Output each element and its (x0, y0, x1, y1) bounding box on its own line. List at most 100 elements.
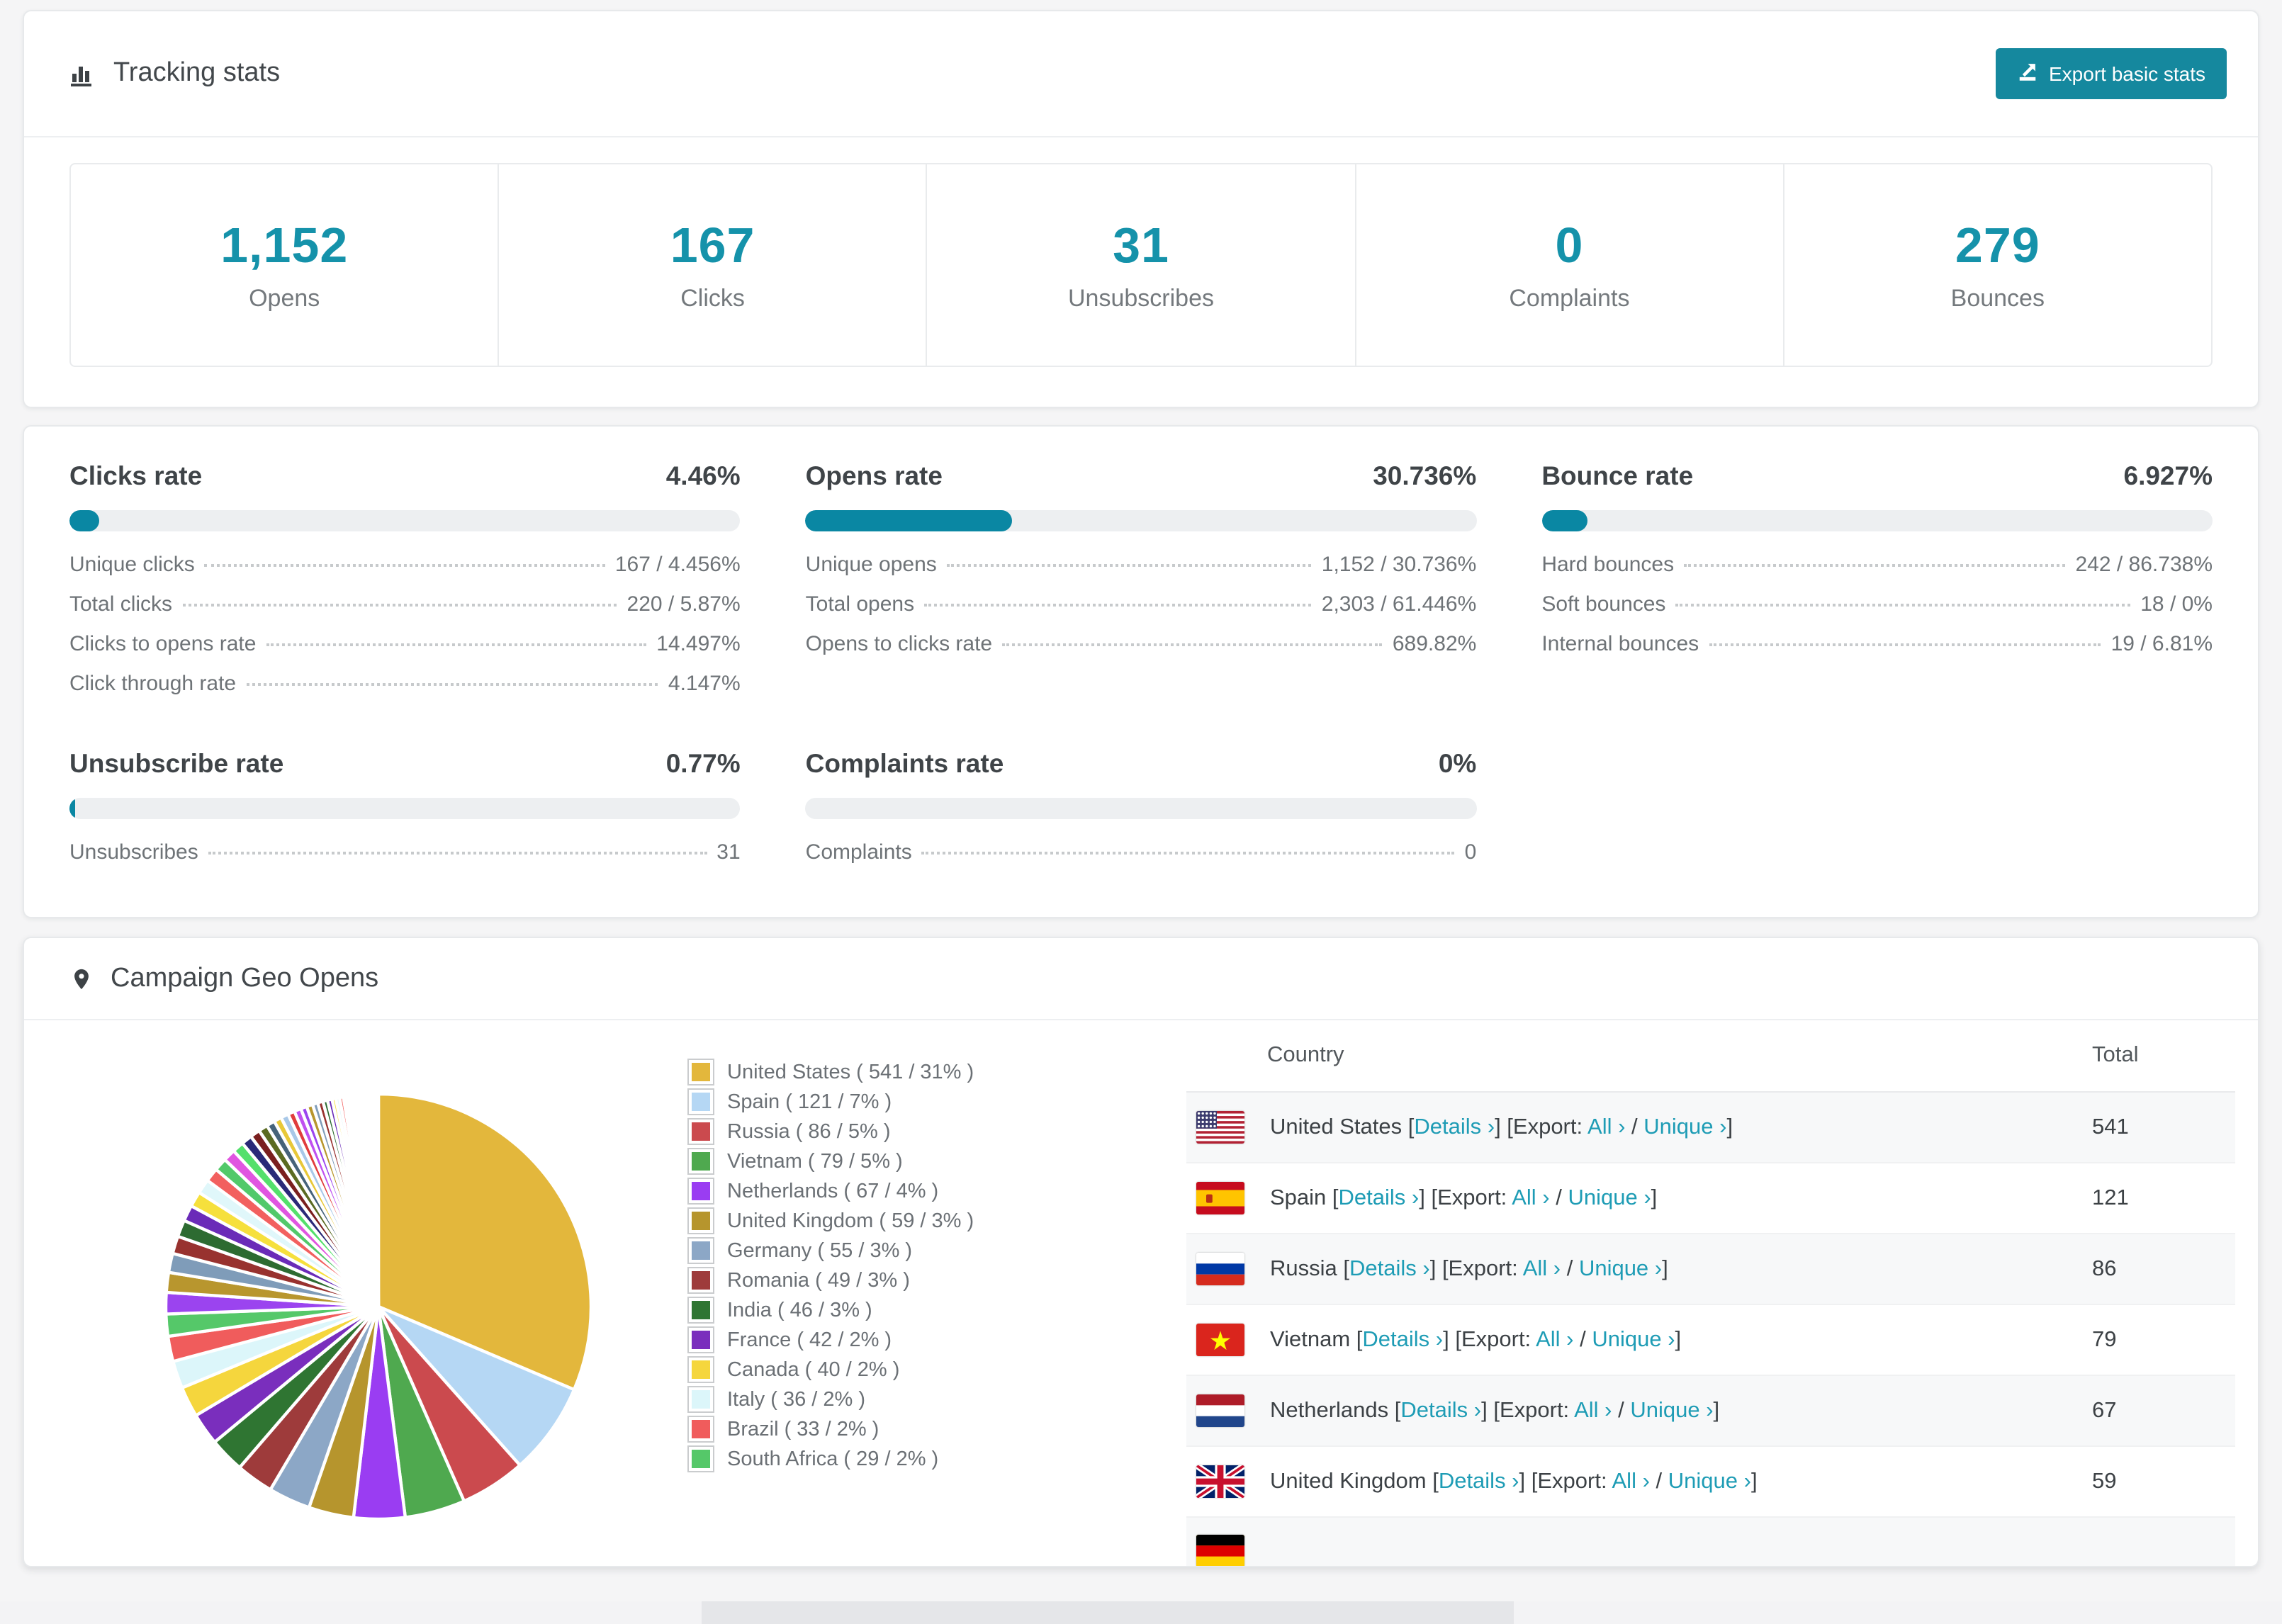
country-name: United Kingdom (1270, 1469, 1433, 1493)
legend-label: Italy ( 36 / 2% ) (727, 1388, 866, 1411)
export-basic-stats-button[interactable]: Export basic stats (1995, 48, 2227, 99)
legend-swatch (687, 1237, 714, 1264)
geo-opens-pie-chart (164, 1092, 593, 1521)
rate-value: 0.77% (665, 748, 741, 778)
legend-item-brazil[interactable]: Brazil ( 33 / 2% ) (687, 1414, 1186, 1444)
legend-swatch (687, 1386, 714, 1413)
details-link[interactable]: Details › (1439, 1469, 1519, 1493)
rate-block-bounce-rate: Bounce rate 6.927% Hard bounces 242 / 86.73… (1541, 461, 2213, 711)
bar-chart-icon (69, 60, 96, 87)
rate-block-unsubscribe-rate: Unsubscribe rate 0.77% Unsubscribes 31 (69, 748, 741, 880)
export-all-link[interactable]: All › (1536, 1327, 1573, 1351)
legend-label: Spain ( 121 / 7% ) (727, 1090, 892, 1113)
legend-item-canada[interactable]: Canada ( 40 / 2% ) (687, 1355, 1186, 1385)
legend-item-united-states[interactable]: United States ( 541 / 31% ) (687, 1057, 1186, 1087)
legend-label: France ( 42 / 2% ) (727, 1329, 892, 1351)
details-link[interactable]: Details › (1414, 1115, 1495, 1139)
legend-item-vietnam[interactable]: Vietnam ( 79 / 5% ) (687, 1146, 1186, 1176)
legend-swatch (687, 1118, 714, 1145)
country-links: [Details ›] [Export: All › / Unique ›] (1332, 1185, 1658, 1209)
rate-row-value: 242 / 86.738% (2075, 553, 2213, 577)
legend-label: Romania ( 49 / 3% ) (727, 1269, 910, 1292)
export-unique-link[interactable]: Unique › (1630, 1398, 1713, 1422)
export-all-link[interactable]: All › (1612, 1469, 1650, 1493)
rate-row-value: 0 (1464, 840, 1477, 864)
rate-row-label: Unique opens (805, 553, 937, 577)
country-name: United States (1270, 1115, 1408, 1139)
country-cell: Russia [Details ›] [Export: All › / Uniq… (1269, 1234, 2091, 1305)
rate-progress-bar (1541, 510, 2213, 531)
dotted-leader (946, 564, 1312, 567)
export-button-label: Export basic stats (2049, 62, 2205, 85)
legend-item-spain[interactable]: Spain ( 121 / 7% ) (687, 1087, 1186, 1117)
export-all-link[interactable]: All › (1587, 1115, 1625, 1139)
details-link[interactable]: Details › (1400, 1398, 1481, 1422)
legend-item-united-kingdom[interactable]: United Kingdom ( 59 / 3% ) (687, 1206, 1186, 1236)
country-links: [Details ›] [Export: All › / Unique ›] (1343, 1256, 1668, 1280)
tracking-stats-header: Tracking stats Export basic stats (24, 11, 2258, 137)
total-cell (2091, 1517, 2235, 1566)
legend-swatch (687, 1148, 714, 1175)
horizontal-scrollbar-thumb[interactable] (702, 1601, 1514, 1624)
summary-stat-bounces: 279 Bounces (1784, 164, 2211, 366)
legend-item-south-africa[interactable]: South Africa ( 29 / 2% ) (687, 1444, 1186, 1474)
rate-block-complaints-rate: Complaints rate 0% Complaints 0 (805, 748, 1477, 880)
summary-stat-opens: 1,152 Opens (71, 164, 500, 366)
legend-label: Canada ( 40 / 2% ) (727, 1358, 900, 1381)
flag-icon-gb (1196, 1465, 1267, 1498)
rate-row-value: 31 (716, 840, 741, 864)
export-all-link[interactable]: All › (1512, 1185, 1549, 1209)
legend-label: South Africa ( 29 / 2% ) (727, 1448, 939, 1470)
legend-item-netherlands[interactable]: Netherlands ( 67 / 4% ) (687, 1176, 1186, 1206)
export-all-link[interactable]: All › (1574, 1398, 1612, 1422)
rate-row-total-opens: Total opens 2,303 / 61.446% (806, 592, 1477, 632)
dotted-leader (1002, 643, 1383, 646)
rate-row-value: 19 / 6.81% (2110, 632, 2213, 656)
rate-row-unique-clicks: Unique clicks 167 / 4.456% (69, 553, 741, 592)
stat-value: 1,152 (220, 218, 349, 273)
rate-row-label: Unsubscribes (69, 840, 198, 864)
geo-table-row-vietnam: Vietnam [Details ›] [Export: All › / Uni… (1186, 1304, 2235, 1376)
legend-swatch (687, 1207, 714, 1234)
rate-title: Clicks rate (69, 461, 203, 490)
legend-item-germany[interactable]: Germany ( 55 / 3% ) (687, 1236, 1186, 1265)
column-header-country: Country (1186, 1020, 2091, 1093)
legend-item-romania[interactable]: Romania ( 49 / 3% ) (687, 1265, 1186, 1295)
rate-row-value: 2,303 / 61.446% (1321, 592, 1477, 616)
horizontal-scrollbar-track[interactable] (0, 1601, 2282, 1624)
geo-title-text: Campaign Geo Opens (111, 963, 379, 993)
country-cell: Vietnam [Details ›] [Export: All › / Uni… (1269, 1304, 2091, 1376)
stat-label: Opens (249, 284, 320, 311)
rate-row-total-clicks: Total clicks 220 / 5.87% (69, 592, 741, 632)
details-link[interactable]: Details › (1339, 1185, 1420, 1209)
dotted-leader (921, 852, 1455, 855)
legend-item-india[interactable]: India ( 46 / 3% ) (687, 1295, 1186, 1325)
rate-row-value: 167 / 4.456% (614, 553, 741, 577)
rate-progress-fill (69, 798, 75, 819)
geo-pie-column (69, 1020, 687, 1566)
map-pin-icon (69, 963, 94, 994)
export-unique-link[interactable]: Unique › (1592, 1327, 1675, 1351)
stat-label: Unsubscribes (1068, 284, 1214, 311)
details-link[interactable]: Details › (1349, 1256, 1430, 1280)
legend-item-italy[interactable]: Italy ( 36 / 2% ) (687, 1385, 1186, 1414)
geo-table-header-row: Country Total (1186, 1020, 2235, 1093)
dotted-leader (204, 564, 605, 567)
legend-item-france[interactable]: France ( 42 / 2% ) (687, 1325, 1186, 1355)
export-all-link[interactable]: All › (1523, 1256, 1561, 1280)
export-unique-link[interactable]: Unique › (1643, 1115, 1726, 1139)
country-cell: United Kingdom [Details ›] [Export: All … (1269, 1446, 2091, 1518)
geo-body: United States ( 541 / 31% ) Spain ( 121 /… (24, 1020, 2258, 1566)
export-unique-link[interactable]: Unique › (1579, 1256, 1662, 1280)
export-unique-link[interactable]: Unique › (1668, 1469, 1751, 1493)
dotted-leader (266, 643, 647, 646)
rate-progress-fill (1541, 510, 1588, 531)
tracking-stats-title: Tracking stats (69, 58, 280, 89)
dotted-leader (182, 604, 617, 607)
export-icon (2016, 61, 2038, 86)
export-unique-link[interactable]: Unique › (1568, 1185, 1651, 1209)
legend-item-russia[interactable]: Russia ( 86 / 5% ) (687, 1117, 1186, 1146)
details-link[interactable]: Details › (1362, 1327, 1443, 1351)
rate-title: Complaints rate (805, 748, 1004, 778)
summary-stat-unsubscribes: 31 Unsubscribes (928, 164, 1356, 366)
